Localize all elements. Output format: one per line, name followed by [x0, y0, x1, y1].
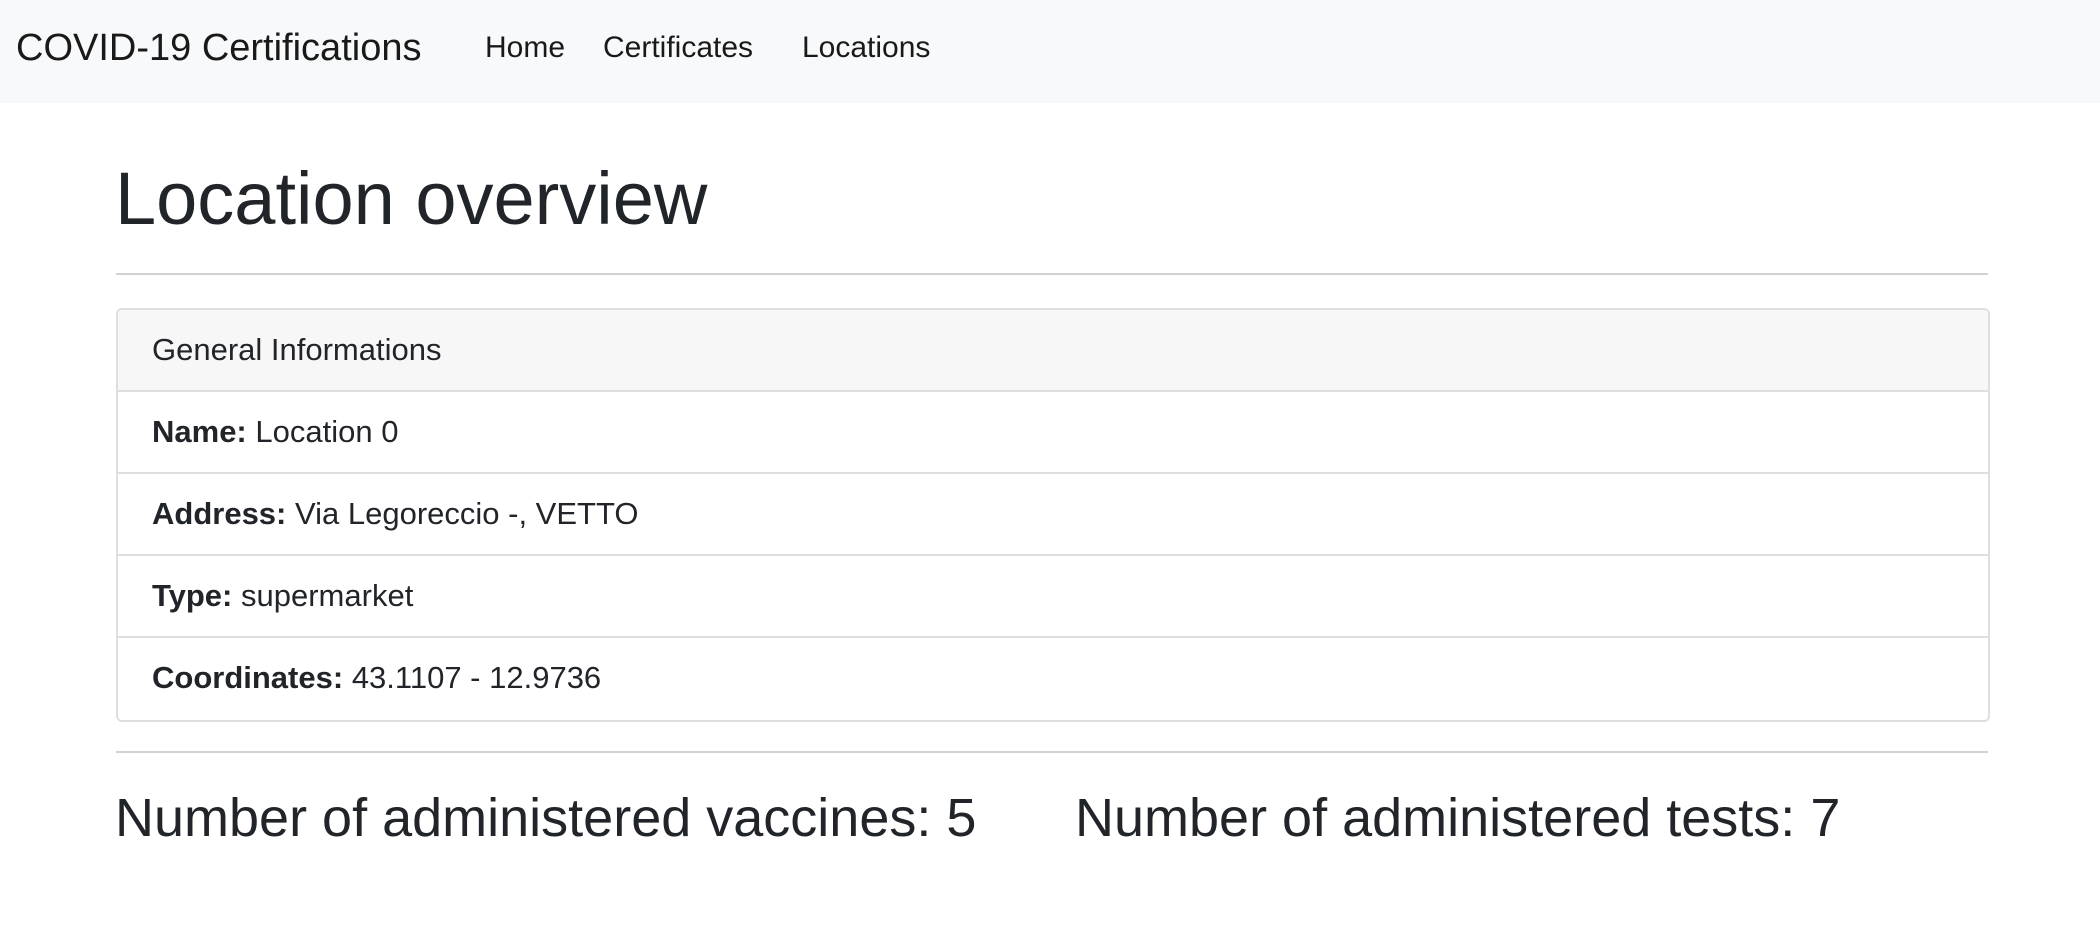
navbar-brand[interactable]: COVID-19 Certifications	[16, 24, 421, 72]
info-label-type: Type:	[152, 578, 233, 613]
info-label-address: Address:	[152, 496, 287, 531]
tests-count-heading: Number of administered tests: 7	[1075, 782, 1840, 854]
top-navbar: COVID-19 Certifications Home Certificate…	[0, 0, 2100, 103]
info-row-type-text: Type: supermarket	[152, 576, 413, 616]
vaccines-count-heading: Number of administered vaccines: 5	[115, 782, 976, 854]
info-row-name-text: Name: Location 0	[152, 412, 398, 452]
tests-count-label: Number of administered tests:	[1075, 788, 1796, 848]
info-row-type: Type: supermarket	[118, 556, 1988, 638]
info-label-name: Name:	[152, 414, 247, 449]
general-info-card-header: General Informations	[118, 310, 1988, 392]
stats-divider	[116, 751, 1988, 753]
nav-link-locations[interactable]: Locations	[802, 27, 930, 69]
general-info-card: General Informations Name: Location 0 Ad…	[116, 308, 1990, 722]
title-divider	[116, 273, 1988, 275]
info-row-coordinates-text: Coordinates: 43.1107 - 12.9736	[152, 658, 601, 698]
info-row-address: Address: Via Legoreccio -, VETTO	[118, 474, 1988, 556]
general-info-card-title: General Informations	[152, 332, 442, 367]
info-value-coordinates: 43.1107 - 12.9736	[351, 660, 602, 695]
info-row-address-text: Address: Via Legoreccio -, VETTO	[152, 494, 638, 534]
nav-link-home[interactable]: Home	[485, 27, 565, 69]
info-value-type: supermarket	[241, 578, 414, 613]
nav-link-certificates[interactable]: Certificates	[603, 27, 753, 69]
tests-count-value: 7	[1810, 788, 1841, 848]
vaccines-count-value: 5	[946, 788, 977, 848]
info-value-name: Location 0	[255, 414, 399, 449]
info-row-name: Name: Location 0	[118, 392, 1988, 474]
vaccines-count-label: Number of administered vaccines:	[115, 788, 932, 848]
page-title: Location overview	[115, 157, 708, 240]
info-row-coordinates: Coordinates: 43.1107 - 12.9736	[118, 638, 1988, 720]
info-label-coordinates: Coordinates:	[152, 660, 344, 695]
info-value-address: Via Legoreccio -, VETTO	[295, 496, 639, 531]
